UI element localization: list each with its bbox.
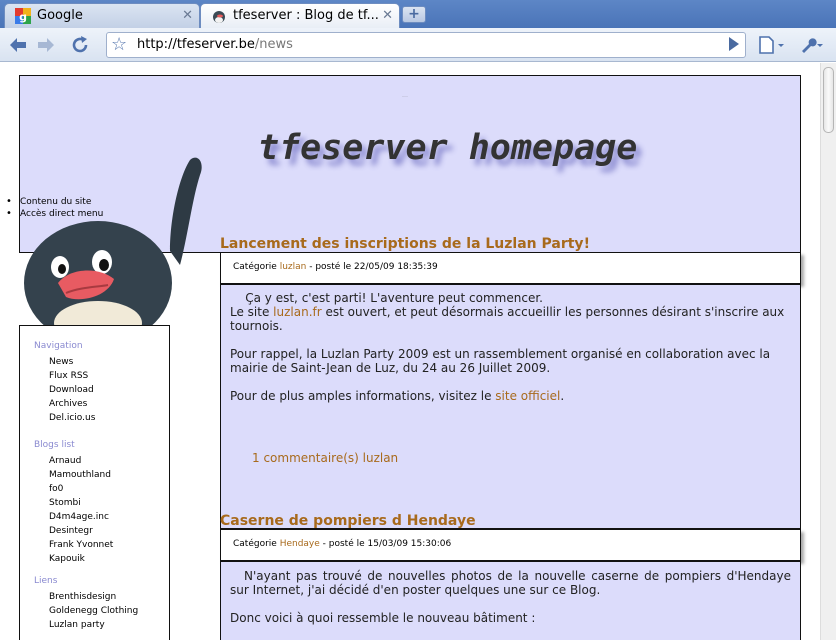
reload-icon[interactable]	[68, 33, 92, 57]
comments-link[interactable]: 1 commentaire(s) luzlan	[252, 451, 398, 465]
external-link[interactable]: Luzlan party	[49, 618, 138, 632]
tab-google[interactable]: g Google ✕	[4, 3, 200, 28]
luzlan-link[interactable]: luzlan.fr	[273, 305, 322, 319]
blog-link[interactable]: Desintegr	[49, 524, 113, 538]
tiny-mark: ......	[402, 94, 408, 98]
browser-toolbar: ☆ http://tfeserver.be/news	[0, 28, 836, 62]
vertical-scrollbar[interactable]	[820, 63, 836, 640]
sidebar-item-delicious[interactable]: Del.icio.us	[49, 411, 95, 425]
back-arrow-icon[interactable]	[6, 33, 30, 57]
skip-links: Contenu du site Accès direct menu	[6, 196, 103, 220]
blog-link[interactable]: Kapouik	[49, 552, 113, 566]
url-text: http://tfeserver.be/news	[137, 37, 293, 52]
close-icon[interactable]: ✕	[382, 8, 393, 23]
sidebar-heading-blogs: Blogs list	[34, 440, 75, 450]
address-bar[interactable]: ☆ http://tfeserver.be/news	[106, 32, 746, 58]
sidebar-item-download[interactable]: Download	[49, 383, 95, 397]
blog-link[interactable]: Stombi	[49, 496, 113, 510]
sidebar: Navigation News Flux RSS Download Archiv…	[19, 325, 170, 640]
wrench-menu-icon[interactable]	[796, 33, 823, 57]
article-title[interactable]: Caserne de pompiers d Hendaye	[220, 513, 476, 529]
sidebar-item-news[interactable]: News	[49, 355, 95, 369]
scrollbar-thumb[interactable]	[823, 67, 834, 133]
official-site-link[interactable]: site officiel	[495, 389, 560, 403]
sidebar-navigation-list: News Flux RSS Download Archives Del.icio…	[49, 355, 95, 425]
tab-label: Google	[37, 8, 83, 23]
sidebar-links-list: Brenthisdesign Goldenegg Clothing Luzlan…	[49, 590, 138, 632]
blog-link[interactable]: Arnaud	[49, 454, 113, 468]
new-tab-button[interactable]: +	[402, 6, 426, 23]
sidebar-item-rss[interactable]: Flux RSS	[49, 369, 95, 383]
blog-link[interactable]: Mamouthland	[49, 468, 113, 482]
page-viewport: ...... tfeserver homepage Contenu du sit…	[0, 63, 820, 640]
article-body: Ça y est, c'est parti! L'aventure peut c…	[220, 284, 801, 529]
sidebar-heading-navigation: Navigation	[34, 341, 83, 351]
page-menu-icon[interactable]	[756, 33, 784, 57]
external-link[interactable]: Goldenegg Clothing	[49, 604, 138, 618]
svg-text:g: g	[19, 11, 27, 24]
skip-link-content[interactable]: Contenu du site	[6, 196, 103, 208]
blog-link[interactable]: fo0	[49, 482, 113, 496]
blog-link[interactable]: Frank Yvonnet	[49, 538, 113, 552]
bookmark-star-icon[interactable]: ☆	[111, 34, 127, 55]
tab-bar: g Google ✕ tfeserver : Blog de tf... ✕ +	[0, 0, 836, 28]
site-title: tfeserver homepage	[258, 128, 638, 168]
go-arrow-icon[interactable]	[729, 37, 739, 51]
google-favicon-icon: g	[15, 8, 31, 24]
article-title[interactable]: Lancement des inscriptions de la Luzlan …	[220, 236, 590, 252]
external-link[interactable]: Brenthisdesign	[49, 590, 138, 604]
article-body: N'ayant pas trouvé de nouvelles photos d…	[220, 561, 801, 640]
category-link[interactable]: luzlan	[280, 262, 307, 272]
article-meta: Catégorie Hendaye - posté le 15/03/09 15…	[220, 529, 801, 561]
penguin-mascot-image	[24, 157, 202, 327]
sidebar-item-archives[interactable]: Archives	[49, 397, 95, 411]
skip-link-menu[interactable]: Accès direct menu	[6, 208, 103, 220]
penguin-favicon-icon	[213, 11, 225, 23]
close-icon[interactable]: ✕	[182, 8, 193, 23]
sidebar-heading-links: Liens	[34, 576, 58, 586]
category-link[interactable]: Hendaye	[280, 539, 320, 549]
forward-arrow-icon[interactable]	[34, 33, 58, 57]
tab-tfeserver[interactable]: tfeserver : Blog de tf... ✕	[200, 3, 400, 28]
blog-link[interactable]: D4m4age.inc	[49, 510, 113, 524]
tab-label: tfeserver : Blog de tf...	[233, 8, 379, 23]
article-meta: Catégorie luzlan - posté le 22/05/09 18:…	[220, 252, 801, 284]
sidebar-blogs-list: Arnaud Mamouthland fo0 Stombi D4m4age.in…	[49, 454, 113, 566]
